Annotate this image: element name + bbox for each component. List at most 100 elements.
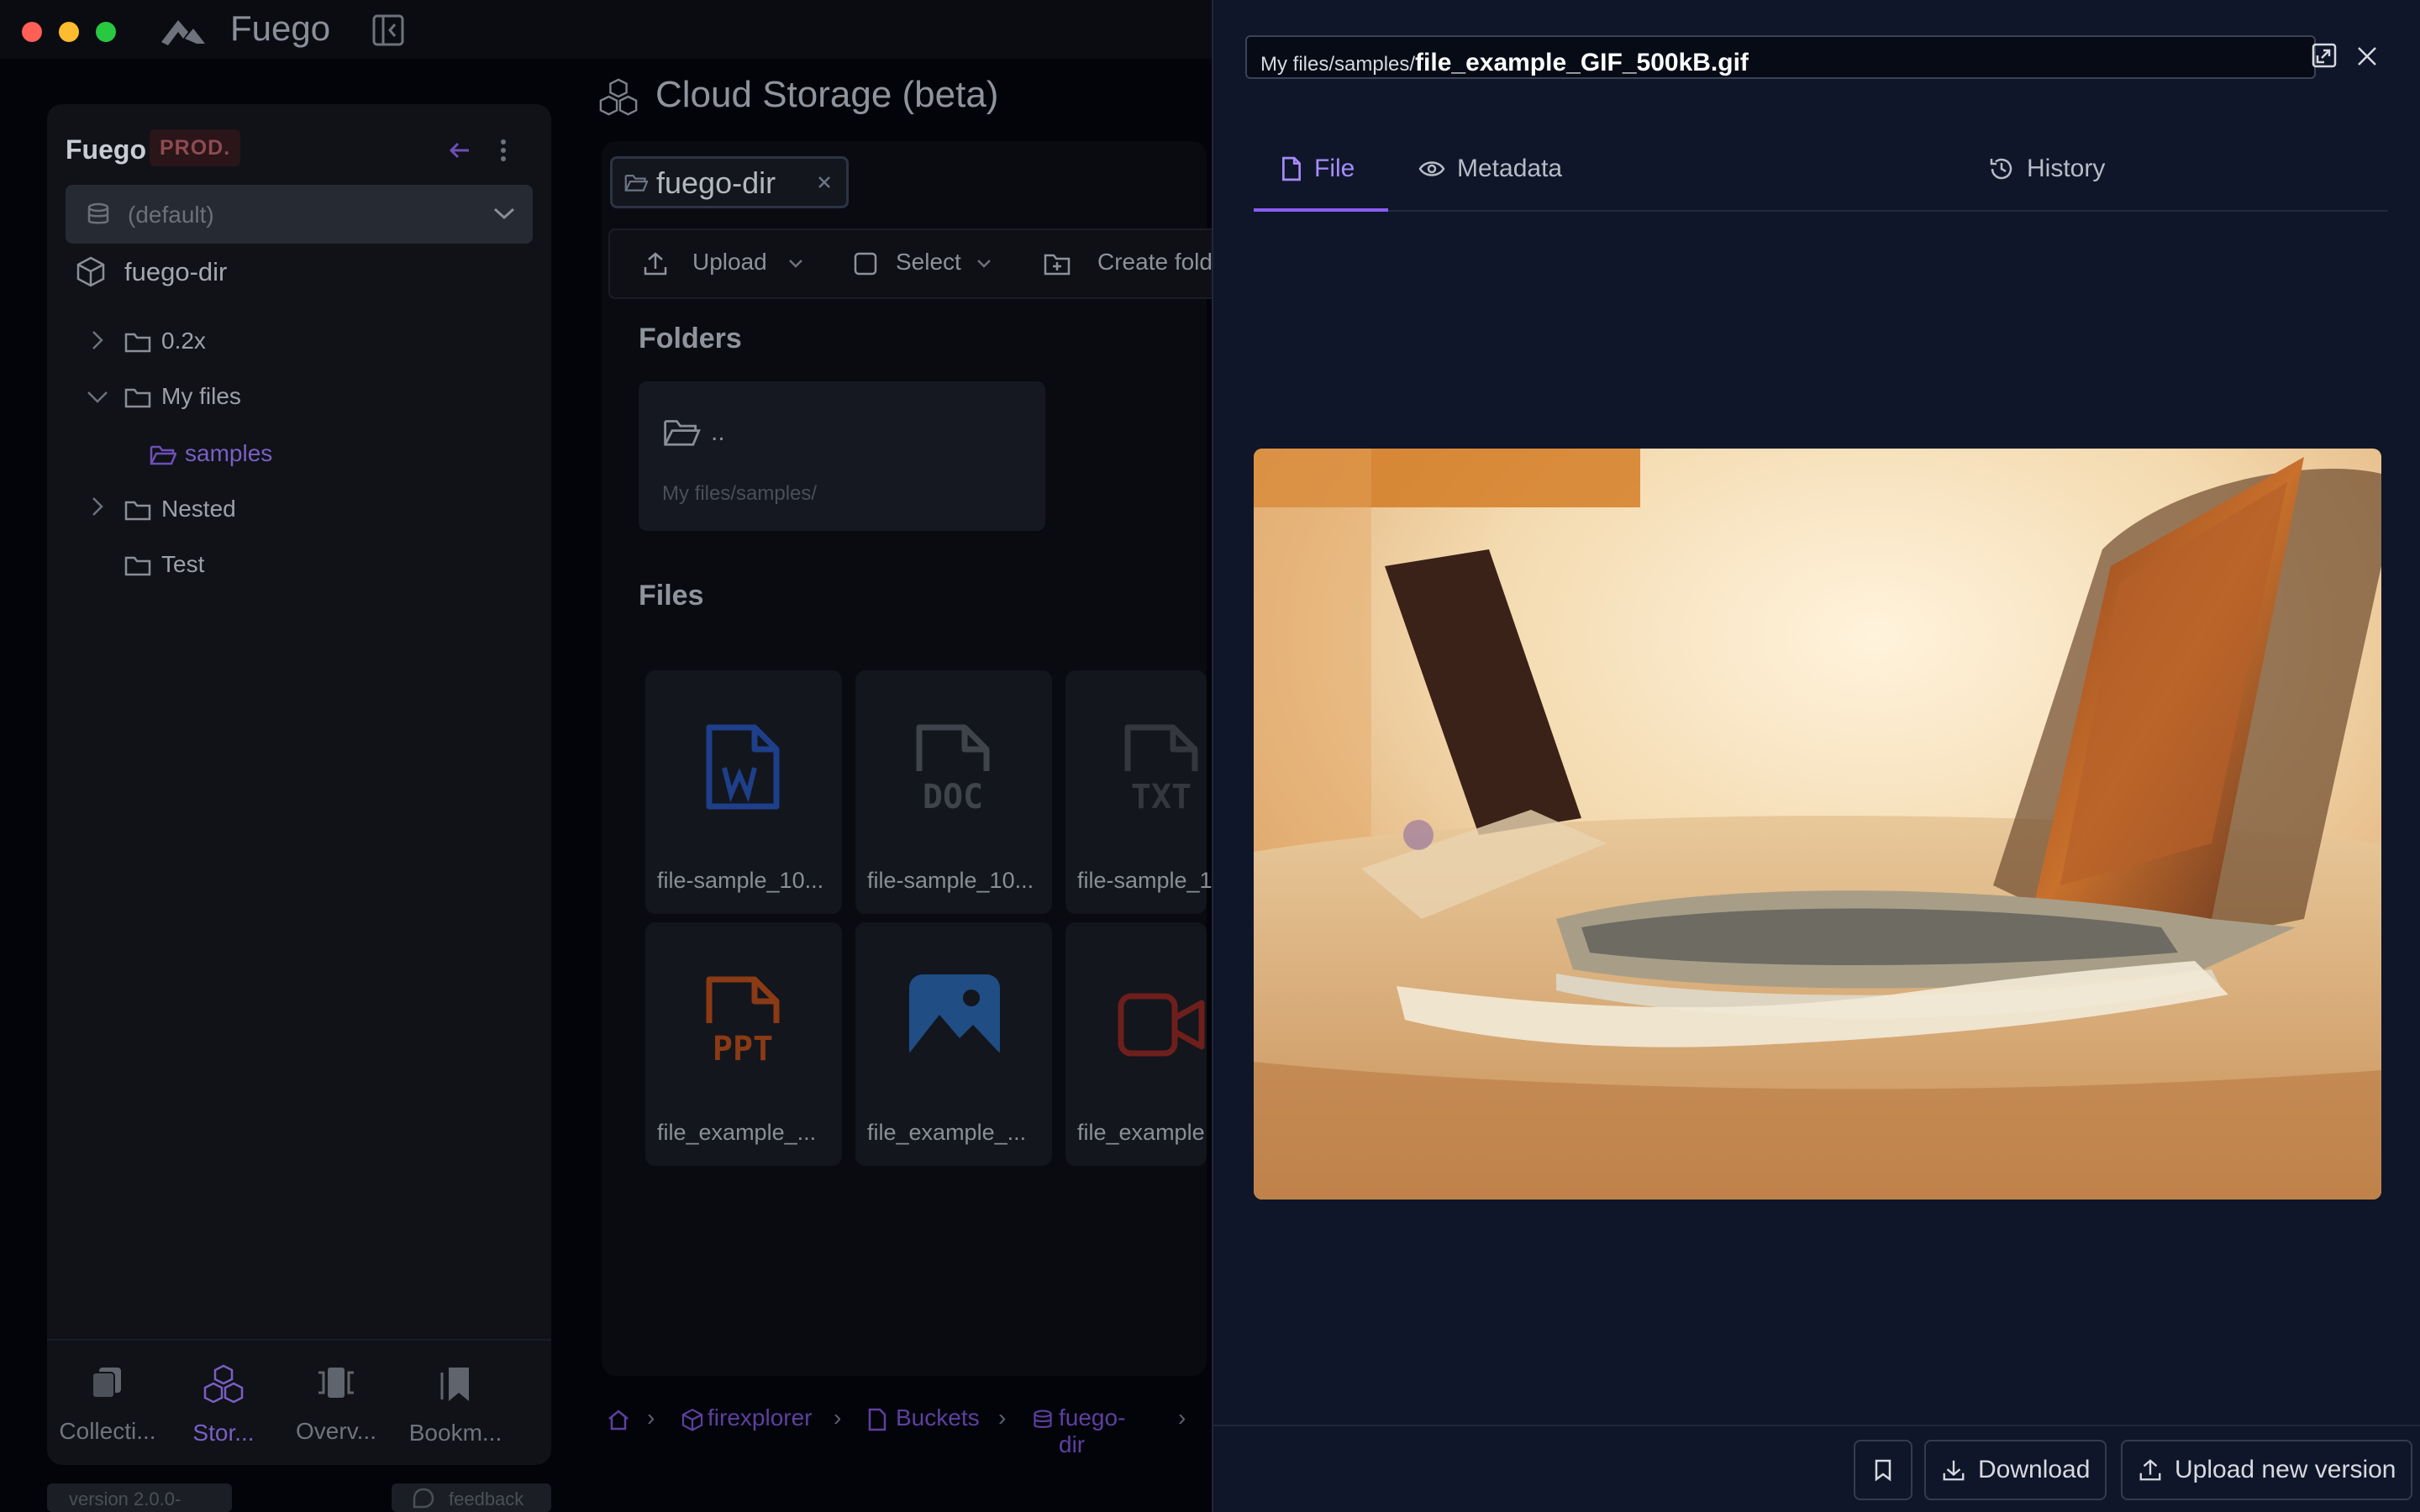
tab-label: fuego-dir bbox=[656, 165, 776, 200]
upload-icon bbox=[2139, 1459, 2161, 1481]
folder-open-icon bbox=[664, 420, 701, 446]
chevron-down-icon[interactable] bbox=[86, 390, 109, 405]
nav-storage[interactable]: Stor... bbox=[165, 1364, 282, 1446]
file-path-field[interactable]: My files/samples/file_example_GIF_500kB.… bbox=[1245, 35, 2316, 79]
file-name: file_example_GIF_500kB.gif bbox=[1415, 49, 1749, 76]
database-select[interactable]: (default) bbox=[66, 185, 533, 244]
maximize-window-button[interactable] bbox=[96, 22, 116, 42]
folder-icon bbox=[124, 501, 151, 521]
chevron-right-icon: › bbox=[834, 1404, 842, 1431]
upload-new-version-button[interactable]: Upload new version bbox=[2121, 1440, 2413, 1500]
chevron-right-icon: › bbox=[1178, 1404, 1186, 1431]
folder-open-icon bbox=[150, 445, 176, 465]
tree-item-my-files[interactable]: My files bbox=[161, 383, 241, 410]
chevron-down-icon bbox=[493, 207, 515, 220]
file-card[interactable]: file_example_... bbox=[855, 922, 1052, 1166]
chevron-down-icon bbox=[789, 260, 802, 268]
folders-heading: Folders bbox=[639, 323, 742, 354]
laptop-photo bbox=[1254, 449, 2381, 1200]
active-tab-indicator bbox=[1254, 208, 1388, 212]
download-icon bbox=[1943, 1460, 1965, 1481]
minimize-window-button[interactable] bbox=[59, 22, 79, 42]
breadcrumb-bucket[interactable]: fuego-dir bbox=[1059, 1404, 1125, 1458]
nav-overview[interactable]: Overv... bbox=[277, 1364, 395, 1445]
page-title: Cloud Storage (beta) bbox=[655, 74, 999, 115]
upload-button[interactable]: Upload bbox=[692, 249, 767, 276]
breadcrumb-project[interactable]: firexplorer bbox=[708, 1404, 812, 1431]
database-select-value: (default) bbox=[128, 202, 214, 228]
close-icon[interactable] bbox=[816, 174, 833, 191]
chevron-down-icon bbox=[977, 260, 991, 268]
sidebar: Fuego PROD. (default) fuego-dir 0.2x My … bbox=[47, 104, 551, 1465]
env-badge: PROD. bbox=[150, 129, 241, 166]
folder-card-path: My files/samples/ bbox=[662, 482, 818, 505]
home-icon[interactable] bbox=[607, 1408, 630, 1431]
eye-icon bbox=[1418, 161, 1445, 176]
tab-file[interactable]: File bbox=[1281, 155, 1355, 183]
close-window-button[interactable] bbox=[22, 22, 42, 42]
collections-icon bbox=[92, 1368, 121, 1399]
bookmark-icon bbox=[1875, 1459, 1891, 1482]
file-card[interactable]: TXT file-sample_1 bbox=[1065, 670, 1213, 914]
sidebar-footer-nav: Collecti... Stor... Overv... Bookm... bbox=[47, 1339, 551, 1465]
nav-bookmarks[interactable]: Bookm... bbox=[397, 1364, 514, 1446]
file-toolbar: Upload Select Create folde bbox=[608, 228, 1230, 299]
chevron-right-icon[interactable] bbox=[91, 496, 104, 517]
select-button[interactable]: Select bbox=[896, 249, 961, 276]
file-card[interactable]: file_example bbox=[1065, 922, 1207, 1166]
download-button[interactable]: Download bbox=[1924, 1440, 2107, 1500]
cube-icon bbox=[681, 1408, 703, 1431]
more-vertical-icon[interactable] bbox=[499, 138, 508, 163]
close-icon[interactable] bbox=[2356, 45, 2378, 67]
tab-history[interactable]: History bbox=[1988, 155, 2105, 183]
tree-item-test[interactable]: Test bbox=[161, 551, 204, 578]
svg-text:TXT: TXT bbox=[1131, 778, 1192, 813]
folder-icon bbox=[124, 556, 151, 576]
fuego-logo-icon bbox=[161, 20, 205, 45]
folder-icon bbox=[124, 388, 151, 408]
create-folder-button[interactable]: Create folde bbox=[1097, 249, 1226, 276]
folder-icon bbox=[124, 333, 151, 353]
nav-collections[interactable]: Collecti... bbox=[49, 1364, 166, 1445]
file-detail-drawer: My files/samples/file_example_GIF_500kB.… bbox=[1212, 0, 2420, 1512]
svg-text:DOC: DOC bbox=[923, 778, 983, 813]
checkbox-icon bbox=[854, 252, 877, 276]
file-card[interactable]: PPT file_example_... bbox=[645, 922, 842, 1166]
drawer-tabs: File Metadata History bbox=[1254, 146, 2388, 212]
svg-text:PPT: PPT bbox=[713, 1030, 773, 1065]
sidebar-toggle-icon[interactable] bbox=[371, 13, 405, 47]
bucket-name[interactable]: fuego-dir bbox=[124, 257, 227, 287]
tree-item-0-2x[interactable]: 0.2x bbox=[161, 328, 206, 354]
back-arrow-icon[interactable] bbox=[447, 138, 472, 163]
storage-cubes-icon bbox=[599, 78, 638, 116]
image-icon bbox=[909, 974, 1000, 1063]
video-icon bbox=[1118, 993, 1205, 1057]
bookmark-button[interactable] bbox=[1854, 1440, 1912, 1500]
project-title: Fuego bbox=[66, 134, 146, 165]
folder-card-name: .. bbox=[711, 418, 725, 446]
folder-card-parent[interactable]: .. My files/samples/ bbox=[639, 381, 1045, 531]
tab-metadata[interactable]: Metadata bbox=[1418, 155, 1562, 183]
folder-plus-icon bbox=[1044, 254, 1071, 276]
file-path-prefix: My files/samples/ bbox=[1260, 53, 1416, 76]
history-icon bbox=[1990, 158, 2012, 180]
open-external-icon[interactable] bbox=[2311, 42, 2338, 69]
file-card[interactable]: DOC file-sample_10... bbox=[855, 670, 1052, 914]
chevron-right-icon[interactable] bbox=[91, 329, 104, 351]
tab-fuego-dir[interactable]: fuego-dir bbox=[610, 156, 849, 208]
feedback-icon bbox=[413, 1488, 434, 1509]
word-icon bbox=[706, 724, 780, 810]
ppt-icon: PPT bbox=[706, 976, 780, 1065]
app-name: Fuego bbox=[230, 8, 331, 48]
database-icon bbox=[87, 202, 109, 224]
breadcrumb-buckets[interactable]: Buckets bbox=[896, 1404, 980, 1431]
chevron-right-icon: › bbox=[998, 1404, 1007, 1431]
bucket-cube-icon bbox=[76, 256, 105, 287]
file-card[interactable]: file-sample_10... bbox=[645, 670, 842, 914]
version-label: version 2.0.0-beta5.3 bbox=[47, 1483, 232, 1512]
tree-item-nested[interactable]: Nested bbox=[161, 496, 236, 522]
tree-item-samples[interactable]: samples bbox=[185, 440, 272, 467]
storage-panel: fuego-dir Upload Select Create folde Fol… bbox=[602, 141, 1230, 1376]
storage-cubes-icon bbox=[203, 1364, 244, 1403]
bookmarks-icon bbox=[440, 1368, 469, 1401]
